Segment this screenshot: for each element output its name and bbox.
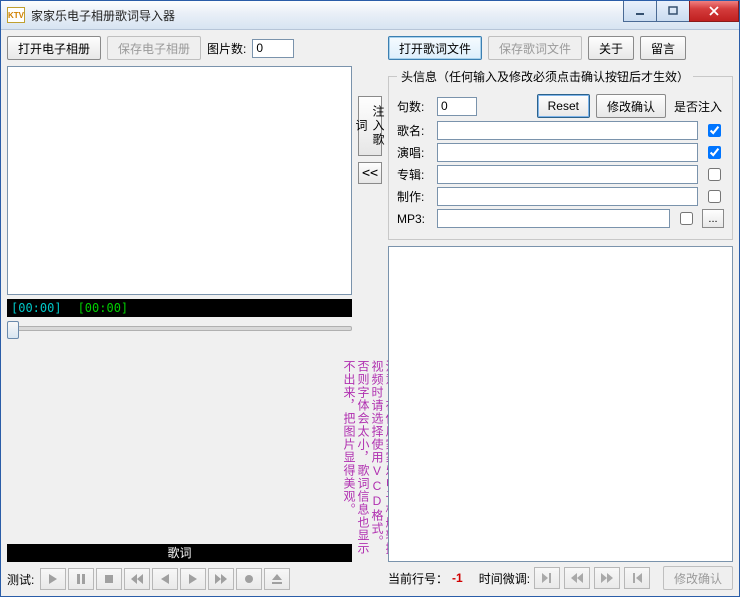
left-panel: 打开电子相册 保存电子相册 图片数: [00:00] [00:00] 歌词 测试… (7, 36, 352, 590)
album-inject-checkbox[interactable] (708, 168, 721, 181)
album-list[interactable] (7, 66, 352, 295)
maximize-button[interactable] (656, 1, 690, 22)
inject-lyric-button[interactable]: 注入歌词 (358, 96, 382, 156)
right-panel: 打开歌词文件 保存歌词文件 关于 留言 头信息（任何输入及修改必须点击确认按钮后… (388, 36, 733, 590)
lyric-display: 歌词 (7, 544, 352, 562)
pause-button[interactable] (68, 568, 94, 590)
mp3-browse-button[interactable]: ... (702, 209, 724, 228)
mp3-label: MP3: (397, 212, 431, 226)
time-a: [00:00] (11, 301, 62, 315)
eject-button[interactable] (264, 568, 290, 590)
maker-label: 制作: (397, 188, 431, 205)
album-label: 专辑: (397, 166, 431, 183)
test-label: 测试: (7, 571, 34, 588)
rewind-button[interactable] (152, 568, 178, 590)
minimize-button[interactable] (623, 1, 657, 22)
maker-inject-checkbox[interactable] (708, 190, 721, 203)
progress-slider[interactable] (7, 317, 352, 544)
open-album-button[interactable]: 打开电子相册 (7, 36, 101, 60)
pic-count-input[interactable] (252, 39, 294, 58)
cur-line-value: -1 (452, 571, 463, 585)
title-bar: KTV 家家乐电子相册歌词导入器 (1, 1, 739, 30)
about-button[interactable]: 关于 (588, 36, 634, 60)
header-info-group: 头信息（任何输入及修改必须点击确认按钮后才生效） 句数: Reset 修改确认 … (388, 68, 733, 240)
app-window: KTV 家家乐电子相册歌词导入器 打开电子相册 保存电子相册 图片数: [00:… (0, 0, 740, 597)
stop-button[interactable] (96, 568, 122, 590)
save-lyric-button[interactable]: 保存歌词文件 (488, 36, 582, 60)
lyric-list[interactable] (388, 246, 733, 562)
time-back-button[interactable] (564, 567, 590, 589)
prev-button[interactable] (124, 568, 150, 590)
cur-line-label: 当前行号： (388, 570, 448, 587)
window-controls (624, 1, 739, 22)
app-icon: KTV (7, 7, 25, 23)
time-b: [00:00] (78, 301, 129, 315)
message-button[interactable]: 留言 (640, 36, 686, 60)
reset-button[interactable]: Reset (537, 94, 590, 118)
song-inject-checkbox[interactable] (708, 124, 721, 137)
pic-count-label: 图片数: (207, 40, 246, 57)
record-button[interactable] (236, 568, 262, 590)
singer-input[interactable] (437, 143, 698, 162)
window-title: 家家乐电子相册歌词导入器 (31, 7, 175, 24)
sentence-input[interactable] (437, 97, 477, 116)
time-fwd-button[interactable] (594, 567, 620, 589)
header-legend: 头信息（任何输入及修改必须点击确认按钮后才生效） (397, 68, 693, 85)
inject-header-label: 是否注入 (672, 98, 724, 115)
forward-button[interactable] (180, 568, 206, 590)
time-end-button[interactable] (534, 567, 560, 589)
confirm-line-button[interactable]: 修改确认 (663, 566, 733, 590)
song-input[interactable] (437, 121, 698, 140)
confirm-header-button[interactable]: 修改确认 (596, 94, 666, 118)
back-button[interactable]: << (358, 162, 382, 184)
sentence-label: 句数: (397, 98, 431, 115)
time-start-button[interactable] (624, 567, 650, 589)
maker-input[interactable] (437, 187, 698, 206)
time-bar: [00:00] [00:00] (7, 299, 352, 317)
singer-label: 演唱: (397, 144, 431, 161)
save-album-button[interactable]: 保存电子相册 (107, 36, 201, 60)
mp3-inject-checkbox[interactable] (680, 212, 693, 225)
play-button[interactable] (40, 568, 66, 590)
open-lyric-button[interactable]: 打开歌词文件 (388, 36, 482, 60)
song-label: 歌名: (397, 122, 431, 139)
client-area: 打开电子相册 保存电子相册 图片数: [00:00] [00:00] 歌词 测试… (1, 30, 739, 596)
album-input[interactable] (437, 165, 698, 184)
mid-panel: 注入歌词 << 注意：在使用家家乐电子相册转换视频时请选择使用VCD格式。否则字… (356, 36, 384, 590)
time-adj-label: 时间微调: (479, 570, 530, 587)
close-button[interactable] (689, 1, 739, 22)
mp3-input[interactable] (437, 209, 670, 228)
next-button[interactable] (208, 568, 234, 590)
singer-inject-checkbox[interactable] (708, 146, 721, 159)
